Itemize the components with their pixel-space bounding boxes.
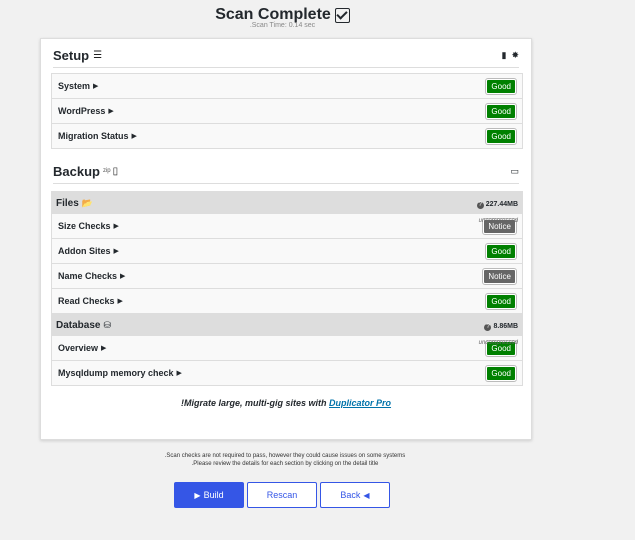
status-badge: Good — [485, 127, 517, 145]
row-label: Overview — [58, 343, 99, 353]
files-row-size-checks[interactable]: Size Checks ▶ Notice — [52, 214, 522, 239]
caret-right-icon: ▶ — [93, 83, 99, 90]
status-badge: Good — [485, 77, 517, 95]
database-row-overview[interactable]: Overview ▶ Good — [52, 336, 522, 361]
database-icon: ⛁ — [103, 319, 112, 330]
file-icon[interactable]: ▮ — [502, 50, 507, 61]
status-badge: Good — [485, 242, 517, 260]
files-size-note: uncompressed — [478, 218, 518, 224]
promo-message: !Migrate large, multi-gig sites with — [180, 398, 327, 408]
files-row-addon-sites[interactable]: Addon Sites ▶ Good — [52, 239, 522, 264]
database-title: Database — [56, 319, 101, 331]
setup-row-wordpress[interactable]: WordPress ▶ Good — [52, 99, 522, 124]
note-line-2: .Please review the details for each sect… — [191, 461, 379, 467]
scan-panel: Setup ☰ ▮ ✸ System ▶ Good WordPress ▶ Go… — [40, 38, 532, 440]
caret-right-icon: ▶ — [120, 273, 126, 280]
duplicator-pro-link[interactable]: Duplicator Pro — [329, 398, 391, 408]
database-group-header: Database ⛁ ? 8.86MB uncompressed — [52, 314, 522, 346]
note-line-1: .Scan checks are not required to pass, h… — [164, 453, 406, 459]
caret-right-icon: ▶ — [108, 108, 114, 115]
promo-text: !Migrate large, multi-gig sites with Dup… — [41, 398, 531, 408]
database-size: ? 8.86MB uncompressed — [479, 316, 518, 348]
setup-title: Setup — [53, 47, 90, 63]
row-label: Migration Status — [58, 131, 129, 141]
box-icon[interactable]: ▭ — [510, 166, 519, 177]
files-row-read-checks[interactable]: Read Checks ▶ Good — [52, 289, 522, 314]
backup-rows: Files 📂 ? 227.44MB uncompressed Size Chec… — [51, 191, 523, 386]
database-size-note: uncompressed — [478, 340, 518, 346]
backup-title: Backup — [53, 163, 100, 179]
rescan-button[interactable]: Rescan — [247, 482, 317, 508]
status-badge: Notice — [482, 267, 517, 285]
back-label: Back — [340, 490, 361, 500]
checkbox-icon — [334, 7, 350, 23]
checklist-icon: ☰ — [93, 49, 103, 61]
scan-time: .Scan Time: 0.14 sec — [249, 22, 316, 29]
status-badge: Good — [485, 292, 517, 310]
row-label: Name Checks — [58, 271, 118, 281]
help-icon[interactable]: ? — [484, 324, 492, 331]
play-icon: ▶ — [194, 490, 201, 500]
status-badge: Good — [485, 102, 517, 120]
build-button[interactable]: ▶ Build — [174, 482, 244, 508]
row-label: Addon Sites — [58, 246, 111, 256]
database-row-mysqldump[interactable]: Mysqldump memory check ▶ Good — [52, 361, 522, 385]
rescan-label: Rescan — [266, 490, 298, 500]
files-size: ? 227.44MB uncompressed — [476, 194, 518, 226]
back-arrow-icon: ◀ — [363, 490, 370, 500]
row-label: Size Checks — [58, 221, 111, 231]
archive-file-icon: ▯ — [112, 165, 119, 177]
files-title: Files — [56, 197, 79, 209]
backup-zip-label: zip — [102, 168, 111, 174]
scan-header: Scan Complete .Scan Time: 0.14 sec — [0, 6, 565, 29]
scan-notes: .Scan checks are not required to pass, h… — [0, 452, 570, 468]
setup-header[interactable]: Setup ☰ ▮ ✸ — [53, 43, 519, 68]
bug-icon[interactable]: ✸ — [511, 50, 519, 61]
caret-right-icon: ▶ — [131, 133, 137, 140]
row-label: WordPress — [58, 106, 106, 116]
setup-row-migration-status[interactable]: Migration Status ▶ Good — [52, 124, 522, 148]
setup-rows: System ▶ Good WordPress ▶ Good Migration… — [51, 73, 523, 149]
database-size-value: 8.86MB — [493, 323, 518, 330]
help-icon[interactable]: ? — [476, 202, 484, 209]
row-label: System — [58, 81, 91, 91]
folder-open-icon: 📂 — [81, 197, 94, 208]
row-label: Read Checks — [58, 296, 115, 306]
files-size-value: 227.44MB — [485, 201, 518, 208]
build-label: Build — [203, 490, 224, 500]
status-badge: Good — [485, 364, 517, 382]
setup-row-system[interactable]: System ▶ Good — [52, 74, 522, 99]
caret-right-icon: ▶ — [117, 298, 123, 305]
files-group-header: Files 📂 ? 227.44MB uncompressed — [52, 192, 522, 224]
files-row-name-checks[interactable]: Name Checks ▶ Notice — [52, 264, 522, 289]
back-button[interactable]: Back ◀ — [320, 482, 390, 508]
caret-right-icon: ▶ — [101, 345, 107, 352]
row-label: Mysqldump memory check — [58, 368, 174, 378]
backup-header[interactable]: Backup zip ▯ ▭ — [53, 159, 519, 184]
caret-right-icon: ▶ — [113, 223, 119, 230]
caret-right-icon: ▶ — [113, 248, 119, 255]
caret-right-icon: ▶ — [176, 370, 182, 377]
